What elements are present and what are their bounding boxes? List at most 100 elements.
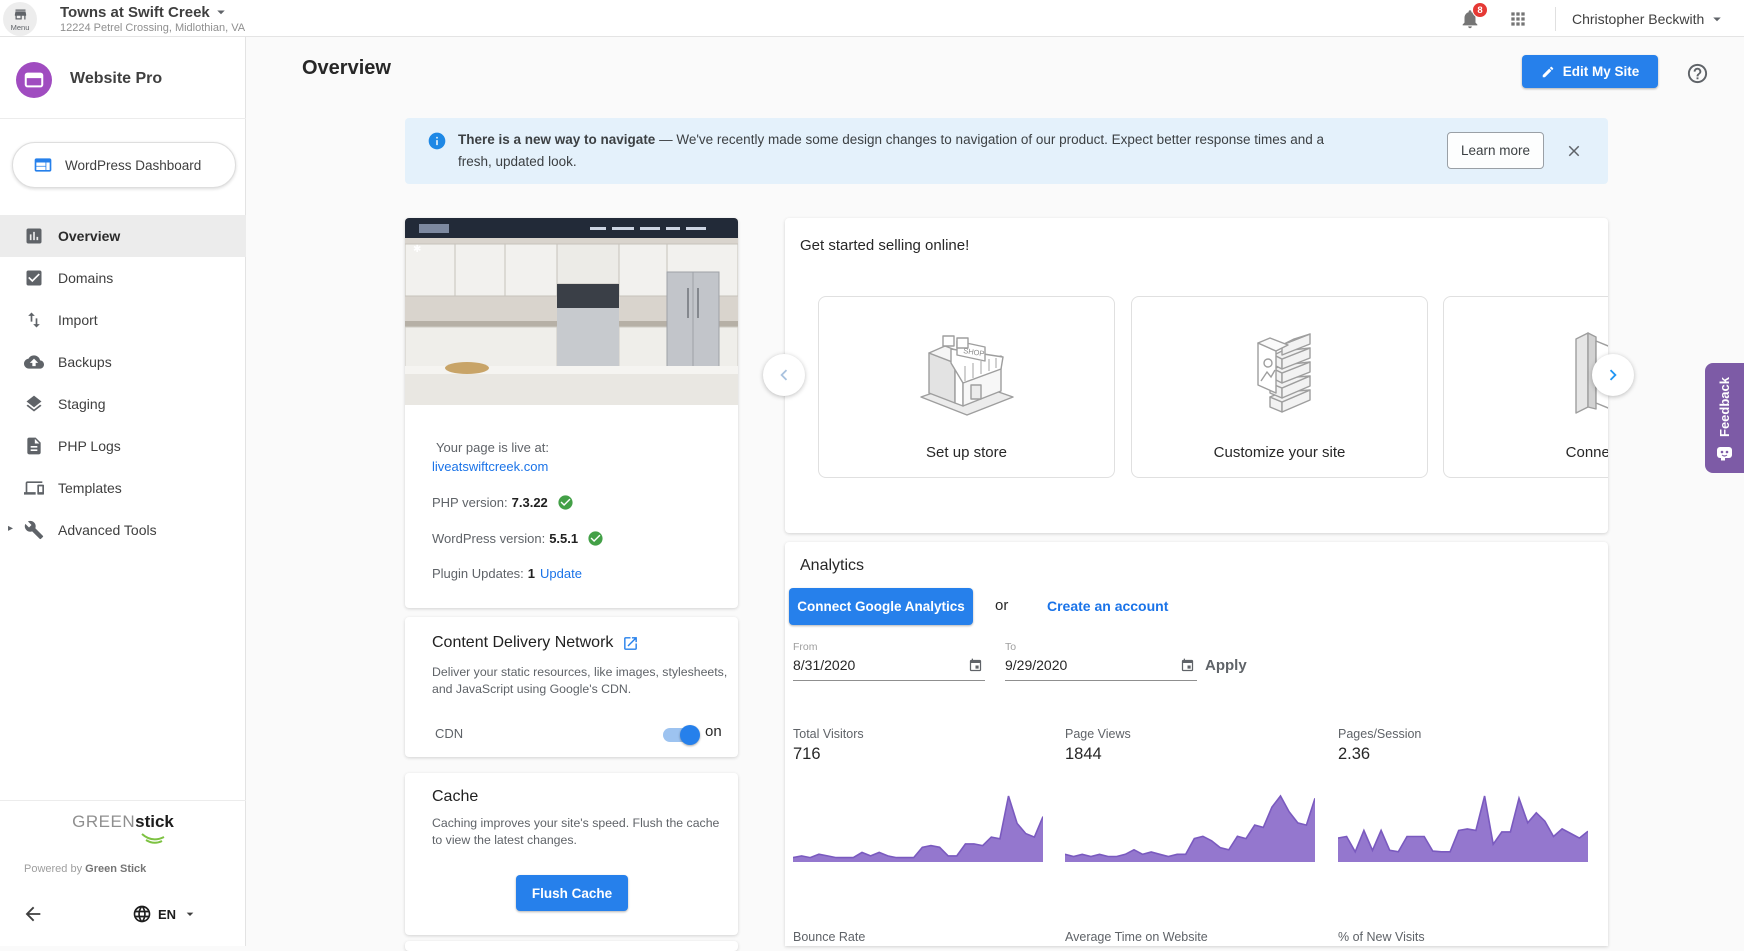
php-version-value: 7.3.22 [511,495,548,510]
plugin-label: Plugin Updates: [432,566,524,581]
create-account-link[interactable]: Create an account [1047,598,1168,614]
calendar-icon[interactable] [1180,658,1195,673]
sidebar-item-domains[interactable]: Domains [0,257,246,299]
sidebar-item-label: Staging [58,396,106,412]
logo-text-green: GREEN [72,812,136,831]
powered-prefix: Powered by [24,863,86,875]
cdn-toggle[interactable] [663,725,700,745]
wordpress-dashboard-button[interactable]: WordPress Dashboard [12,142,236,188]
carousel-next-button[interactable] [1592,354,1634,396]
sidebar-item-import[interactable]: Import [0,299,246,341]
plugin-count: 1 [527,566,536,581]
from-date-field[interactable]: From 8/31/2020 [793,641,985,681]
card-label: Set up store [926,444,1007,461]
wrench-icon [24,520,44,540]
from-value: 8/31/2020 [793,657,856,673]
open-in-new-icon[interactable] [622,635,639,652]
menu-button[interactable]: Menu [3,2,37,36]
page-title: Overview [302,57,391,79]
expand-arrow-icon[interactable]: ▸ [8,523,13,534]
cdn-description: Deliver your static resources, like imag… [432,665,728,696]
site-preview-image[interactable]: ✱ [405,218,738,405]
cdn-card: Content Delivery Network Deliver your st… [405,617,738,757]
sidebar-item-advanced-tools[interactable]: ▸ Advanced Tools [0,509,246,551]
card-set-up-store[interactable]: SHOP Set up store [818,296,1115,478]
stat-label-avg-time: Average Time on Website [1065,930,1208,944]
check-circle-icon [557,494,574,511]
browser-window-icon [24,72,44,88]
edit-my-site-button[interactable]: Edit My Site [1522,55,1658,88]
wordpress-dashboard-label: WordPress Dashboard [65,157,202,173]
carousel-prev-button[interactable] [763,354,805,396]
cdn-toggle-label: CDN [435,726,464,741]
dashboard-icon [33,155,53,175]
learn-more-button[interactable]: Learn more [1447,132,1544,169]
top-bar: Menu Towns at Swift Creek 12224 Petrel C… [0,0,1744,37]
sidebar-item-php-logs[interactable]: PHP Logs [0,425,246,467]
info-icon [427,131,447,151]
site-layers-illustration [1132,311,1427,429]
or-text: or [995,597,1009,614]
cdn-toggle-state: on [705,723,722,740]
chat-bot-icon [1716,445,1733,461]
card-connect[interactable]: Connec [1443,296,1608,478]
plugin-update-link[interactable]: Update [540,566,582,581]
live-at-row: Your page is live at: [436,440,549,455]
analytics-panel: Analytics Connect Google Analytics or Cr… [785,542,1608,946]
connect-google-analytics-button[interactable]: Connect Google Analytics [789,588,973,625]
to-date-field[interactable]: To 9/29/2020 [1005,641,1197,681]
analytics-title: Analytics [800,557,865,574]
account-switcher[interactable]: Towns at Swift Creek 12224 Petrel Crossi… [60,3,246,35]
sidebar-item-backups[interactable]: Backups [0,341,246,383]
close-icon[interactable] [1565,142,1583,160]
language-code: EN [158,906,177,922]
toggle-knob [680,725,700,745]
account-name: Towns at Swift Creek [60,3,210,21]
chevron-down-icon [182,906,198,922]
live-url-row: liveatswiftcreek.com [432,459,548,474]
sidebar-item-overview[interactable]: Overview [0,215,246,257]
selling-panel: Get started selling online! SHOP Set up … [785,218,1608,533]
apply-button[interactable]: Apply [1205,657,1247,674]
language-selector[interactable]: EN [132,904,198,924]
wp-version-row: WordPress version: 5.5.1 [432,530,604,547]
help-button[interactable] [1686,62,1709,85]
card-label: Customize your site [1213,444,1346,461]
card-customize-your-site[interactable]: Customize your site [1131,296,1428,478]
back-arrow-button[interactable] [22,903,44,925]
topbar-divider [1555,7,1556,31]
sidebar-item-label: Templates [58,480,122,496]
sidebar-item-label: Advanced Tools [58,522,157,538]
user-menu[interactable]: Christopher Beckwith [1572,0,1726,37]
sidebar-item-staging[interactable]: Staging [0,383,246,425]
sidebar-item-label: Domains [58,270,114,286]
website-pro-logo [16,62,52,98]
account-address: 12224 Petrel Crossing, Midlothian, VA [60,22,246,34]
apps-grid-button[interactable] [1508,9,1528,29]
checkbox-icon [24,268,44,288]
flush-cache-button[interactable]: Flush Cache [516,875,628,911]
page-views-chart [1065,794,1315,862]
chevron-down-icon [212,3,230,21]
banner-title: There is a new way to navigate [458,132,656,147]
devices-icon [24,478,44,498]
cache-description: Caching improves your site's speed. Flus… [432,816,720,847]
powered-brand: Green Stick [85,863,147,875]
app-name: Website Pro [70,70,163,87]
feedback-tab[interactable]: Feedback [1705,363,1744,473]
website-pro-dashboard: Menu Towns at Swift Creek 12224 Petrel C… [0,0,1744,951]
wp-label: WordPress version: [432,531,546,546]
chevron-left-icon [773,364,795,386]
info-banner: There is a new way to navigate — We've r… [405,118,1608,184]
sidebar-item-label: Backups [58,354,112,370]
edit-my-site-label: Edit My Site [1562,64,1640,79]
site-url-link[interactable]: liveatswiftcreek.com [432,459,548,474]
bar-chart-icon [24,226,44,246]
chevron-down-icon [1708,10,1726,28]
divider [0,800,246,801]
stat-value-total-visitors: 716 [793,745,821,763]
calendar-icon[interactable] [968,658,983,673]
chevron-right-icon [1602,364,1624,386]
sidebar-item-templates[interactable]: Templates [0,467,246,509]
cache-card: Cache Caching improves your site's speed… [405,773,738,935]
